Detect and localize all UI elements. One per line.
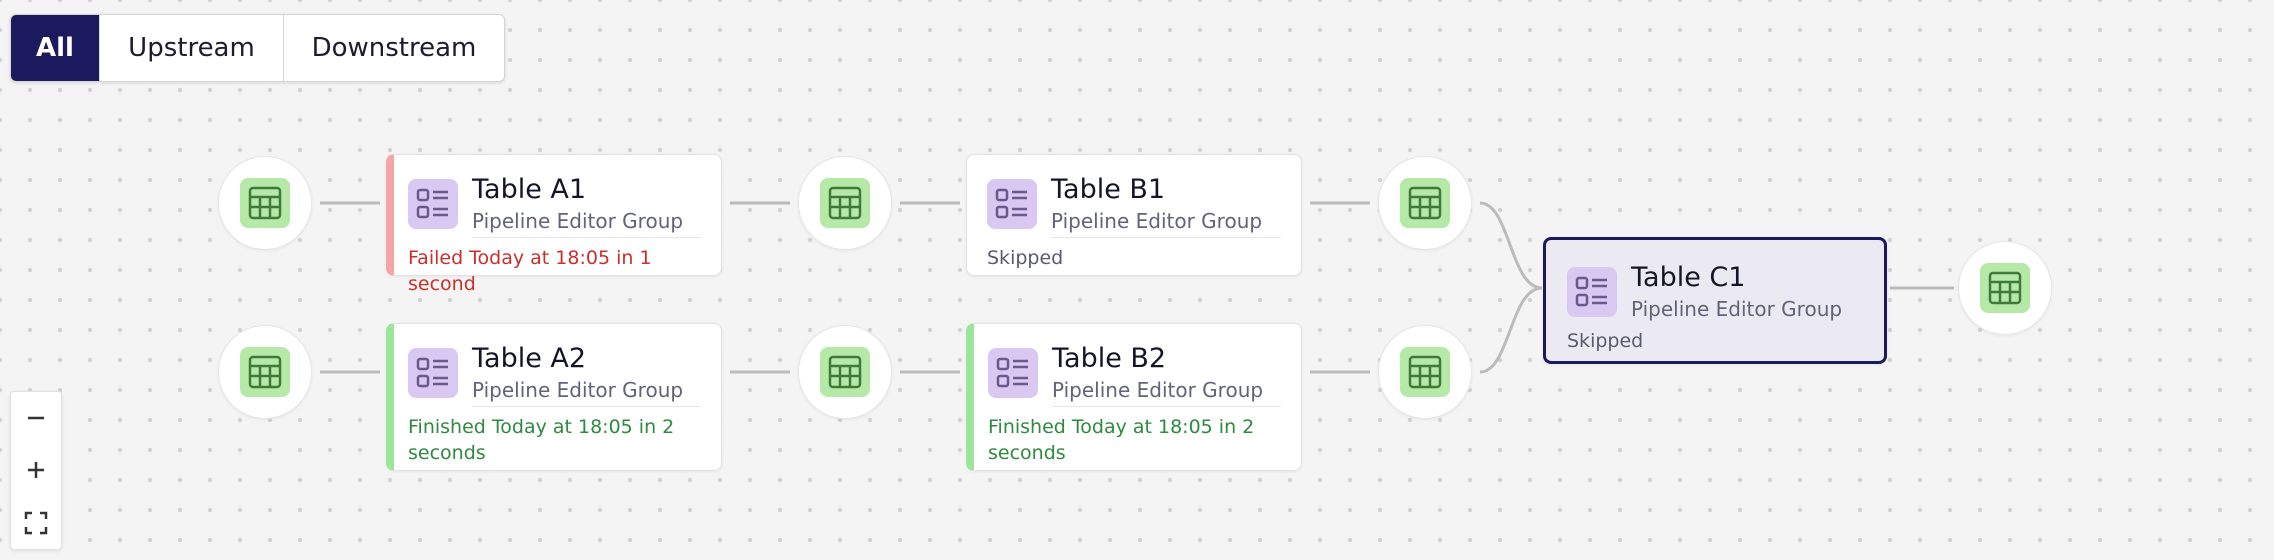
table-icon [1400, 178, 1450, 228]
dataset-node[interactable] [1378, 325, 1472, 419]
lineage-filter: All Upstream Downstream [10, 14, 505, 82]
list-icon [1567, 267, 1617, 317]
zoom-out-button[interactable] [16, 398, 56, 438]
job-status: Skipped [1567, 330, 1644, 352]
zoom-in-button[interactable] [16, 450, 56, 490]
job-group: Pipeline Editor Group [1051, 209, 1263, 233]
job-title: Table A2 [472, 343, 587, 374]
filter-all-button[interactable]: All [11, 15, 100, 81]
job-node-table-c1[interactable]: Table C1 Pipeline Editor Group Skipped [1543, 237, 1887, 364]
dataset-node[interactable] [218, 156, 312, 250]
job-header: Table A2 Pipeline Editor Group [408, 344, 684, 402]
job-title: Table B1 [1051, 174, 1166, 205]
job-node-table-a2[interactable]: Table A2 Pipeline Editor Group Finished … [386, 323, 722, 471]
job-status-line: Finished Today at 18:05 in 2 [988, 416, 1255, 438]
job-title: Table C1 [1631, 262, 1746, 293]
job-group: Pipeline Editor Group [1052, 378, 1264, 402]
edge-layer [320, 201, 1954, 374]
table-icon [240, 347, 290, 397]
job-header: Table C1 Pipeline Editor Group [1567, 263, 1843, 321]
job-node-table-a1[interactable]: Table A1 Pipeline Editor Group Failed To… [386, 154, 722, 295]
divider [472, 406, 701, 407]
divider [472, 237, 701, 238]
fit-view-icon [24, 511, 48, 535]
job-header: Table A1 Pipeline Editor Group [408, 175, 684, 233]
job-status: Failed Today at 18:05 in 1 second [408, 247, 652, 295]
job-status: Skipped [987, 247, 1064, 269]
filter-downstream-button[interactable]: Downstream [284, 15, 504, 81]
table-icon [820, 178, 870, 228]
job-status: Finished Today at 18:05 in 2 seconds [988, 414, 1254, 466]
table-icon [1980, 263, 2030, 313]
edge [1479, 201, 1543, 290]
list-icon [987, 179, 1037, 229]
dataset-node[interactable] [798, 325, 892, 419]
job-group: Pipeline Editor Group [472, 209, 684, 233]
list-icon [408, 179, 458, 229]
fit-view-button[interactable] [16, 503, 56, 543]
job-title: Table A1 [472, 174, 587, 205]
table-icon [240, 178, 290, 228]
job-status-line: seconds [408, 442, 486, 464]
dataset-node[interactable] [218, 325, 312, 419]
job-group: Pipeline Editor Group [472, 378, 684, 402]
job-header: Table B2 Pipeline Editor Group [988, 344, 1264, 402]
dataset-node[interactable] [1378, 156, 1472, 250]
edge [1479, 286, 1543, 374]
list-icon [988, 348, 1038, 398]
plus-icon [28, 462, 44, 479]
job-status-line: Finished Today at 18:05 in 2 [408, 416, 675, 438]
divider [1051, 237, 1281, 238]
dataset-node[interactable] [798, 156, 892, 250]
table-icon [1400, 347, 1450, 397]
job-header: Table B1 Pipeline Editor Group [987, 175, 1263, 233]
job-node-table-b2[interactable]: Table B2 Pipeline Editor Group Finished … [966, 323, 1302, 471]
minus-icon [28, 416, 44, 420]
zoom-controls [10, 391, 62, 550]
job-status: Finished Today at 18:05 in 2 seconds [408, 414, 674, 466]
job-group: Pipeline Editor Group [1631, 297, 1843, 321]
divider [1052, 406, 1281, 407]
filter-upstream-button[interactable]: Upstream [100, 15, 284, 81]
table-icon [820, 347, 870, 397]
job-node-table-b1[interactable]: Table B1 Pipeline Editor Group Skipped [966, 154, 1302, 276]
list-icon [408, 348, 458, 398]
job-status-line: seconds [988, 442, 1066, 464]
dataset-node[interactable] [1958, 241, 2052, 335]
job-title: Table B2 [1052, 343, 1167, 374]
